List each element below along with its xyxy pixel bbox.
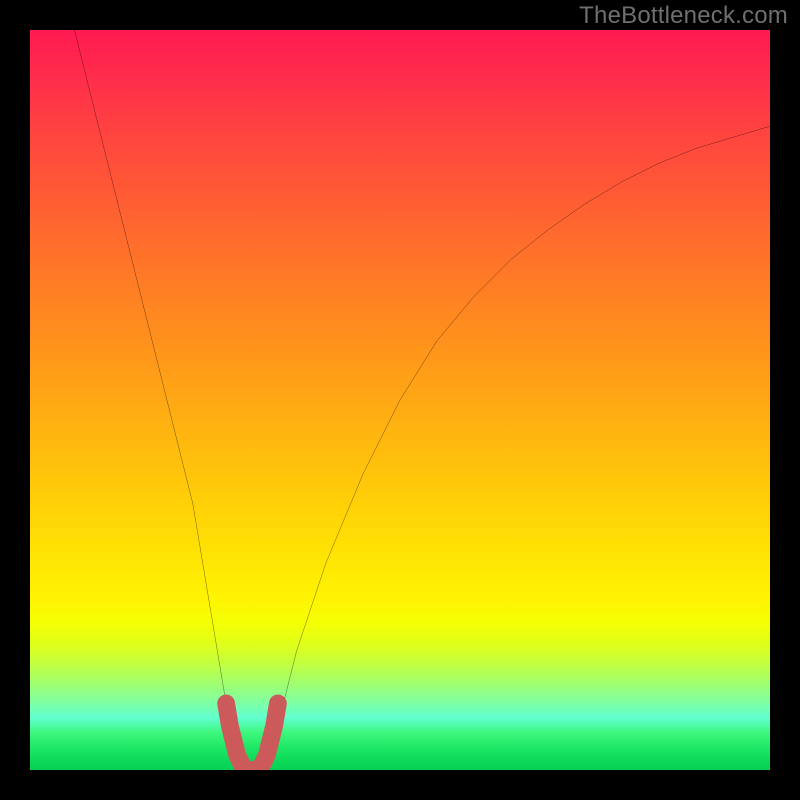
curve-layer (74, 30, 770, 770)
bottleneck-curve (74, 30, 770, 770)
chart-svg (30, 30, 770, 770)
plot-area (30, 30, 770, 770)
bottleneck-minimum-highlight (226, 703, 278, 770)
watermark-text: TheBottleneck.com (579, 2, 788, 30)
chart-frame: TheBottleneck.com (0, 0, 800, 800)
